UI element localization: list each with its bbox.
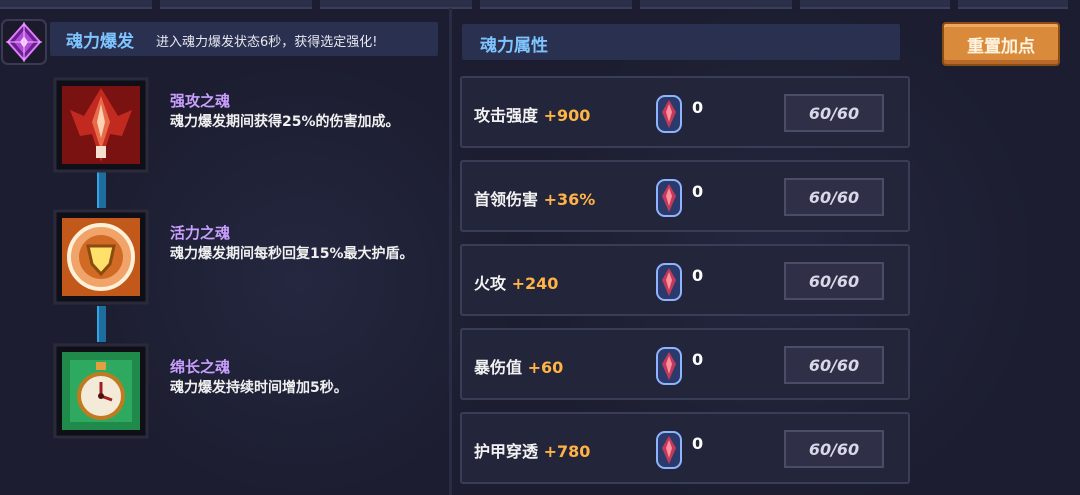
green-clock-crest-icon [53,343,149,439]
attribute-bonus: +780 [543,442,591,461]
panel-divider [449,8,452,495]
soul-name: 强攻之魂 [170,92,231,110]
attribute-bonus: +60 [527,358,564,377]
top-tab[interactable] [0,0,152,9]
attribute-bonus: +36% [543,190,596,209]
attribute-name: 火攻 +240 [474,270,558,294]
gem-count: 0 [692,434,704,453]
attribute-row: 攻击强度 +900 0 60/60 [460,76,910,148]
attribute-bonus: +240 [511,274,559,293]
soul-gem-icon [656,95,682,133]
orange-shield-crest-icon [53,209,149,305]
gem-count: 0 [692,98,704,117]
top-tab[interactable] [640,0,792,9]
soul-connector [97,306,106,342]
red-sword-crest-icon [53,77,149,173]
attribute-label: 火攻 [474,274,507,293]
attribute-label: 首领伤害 [474,190,539,209]
soul-gem-icon [656,263,682,301]
soul-name: 活力之魂 [170,224,231,242]
gem-count: 0 [692,266,704,285]
attribute-label: 护甲穿透 [474,442,539,461]
soul-burst-description: 进入魂力爆发状态6秒，获得选定强化! [156,35,378,50]
attribute-level[interactable]: 60/60 [784,94,884,132]
gem-count: 0 [692,182,704,201]
top-tab[interactable] [160,0,312,9]
soul-gem-icon [656,431,682,469]
soul-name: 绵长之魂 [170,358,231,376]
soul-attributes-title-bar: 魂力属性 [462,24,900,60]
attribute-row: 火攻 +240 0 60/60 [460,244,910,316]
soul-description: 魂力爆发持续时间增加5秒。 [170,380,348,396]
top-tab[interactable] [958,0,1068,9]
attribute-level[interactable]: 60/60 [784,262,884,300]
gem-count: 0 [692,350,704,369]
attribute-row: 暴伤值 +60 0 60/60 [460,328,910,400]
soul-burst-title: 魂力爆发 [66,32,134,52]
soul-description: 魂力爆发期间每秒回复15%最大护盾。 [170,246,414,262]
top-tab-strip [0,0,1080,9]
top-tab[interactable] [480,0,632,9]
soul-burst-crystal-icon [1,19,47,65]
attribute-level[interactable]: 60/60 [784,430,884,468]
attribute-row: 护甲穿透 +780 0 60/60 [460,412,910,484]
soul-burst-title-bar: 魂力爆发 进入魂力爆发状态6秒，获得选定强化! [50,22,438,56]
attribute-bonus: +900 [543,106,591,125]
attribute-row: 首领伤害 +36% 0 60/60 [460,160,910,232]
soul-connector [97,172,106,208]
attribute-name: 护甲穿透 +780 [474,438,590,462]
reset-points-button[interactable]: 重置加点 [942,22,1060,66]
soul-item-endurance[interactable]: 绵长之魂 魂力爆发持续时间增加5秒。 [52,342,442,442]
attribute-label: 攻击强度 [474,106,539,125]
attribute-level[interactable]: 60/60 [784,178,884,216]
soul-burst-header: 魂力爆发 进入魂力爆发状态6秒，获得选定强化! [0,18,440,66]
attribute-name: 首领伤害 +36% [474,186,595,210]
top-tab[interactable] [800,0,950,9]
soul-gem-icon [656,179,682,217]
attribute-name: 攻击强度 +900 [474,102,590,126]
attribute-name: 暴伤值 +60 [474,354,563,378]
soul-description: 魂力爆发期间获得25%的伤害加成。 [170,114,400,130]
soul-item-strength[interactable]: 强攻之魂 魂力爆发期间获得25%的伤害加成。 [52,76,442,176]
soul-item-vitality[interactable]: 活力之魂 魂力爆发期间每秒回复15%最大护盾。 [52,208,442,308]
attribute-level[interactable]: 60/60 [784,346,884,384]
soul-attributes-title: 魂力属性 [480,36,548,56]
attribute-label: 暴伤值 [474,358,523,377]
soul-gem-icon [656,347,682,385]
